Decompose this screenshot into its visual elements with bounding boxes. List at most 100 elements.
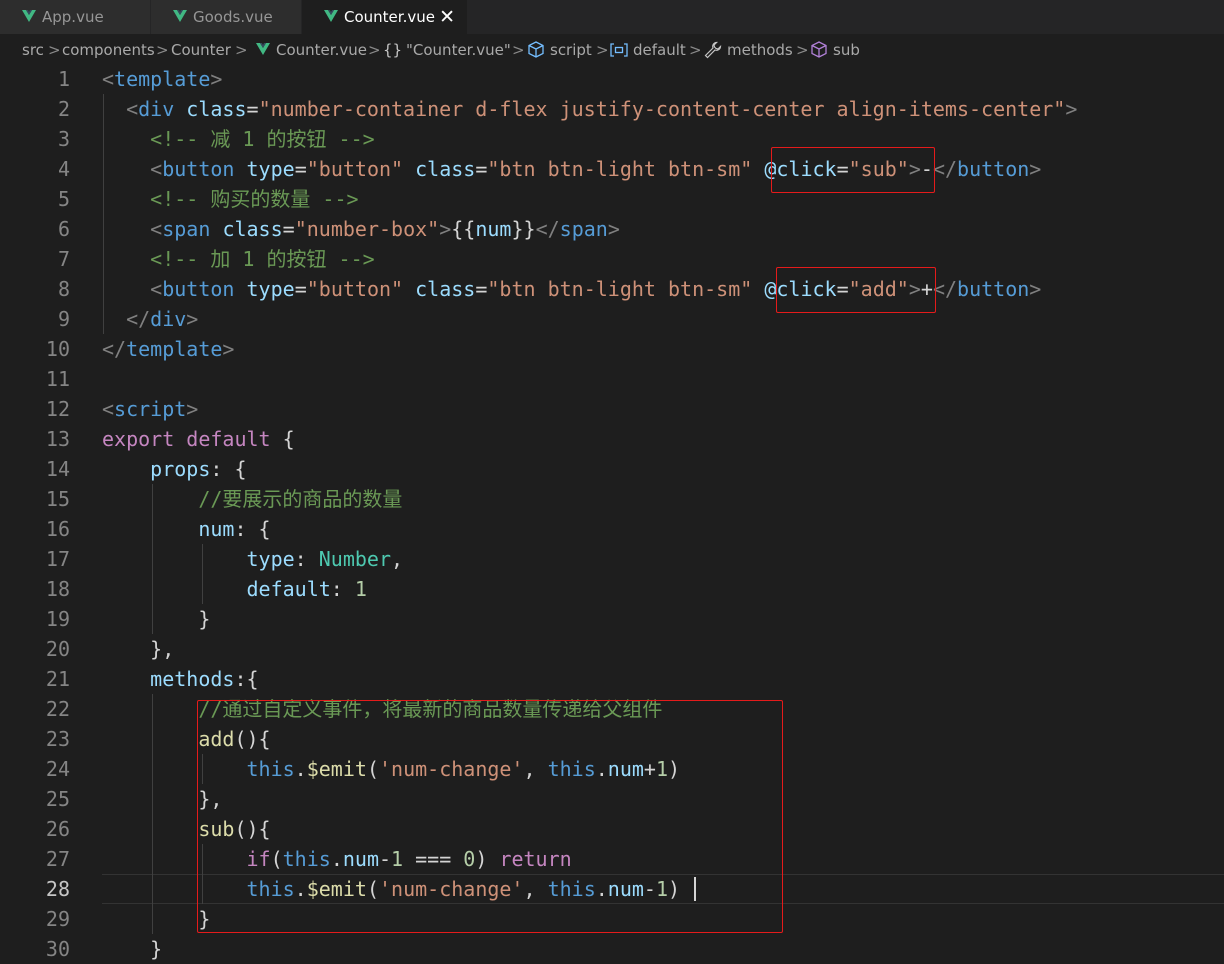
code-line[interactable]: }	[102, 604, 210, 634]
tab-counter-vue[interactable]: Counter.vue ✕	[302, 0, 467, 34]
code-token: >	[186, 307, 199, 331]
code-line[interactable]: <span class="number-box">{{num}}</span>	[102, 214, 620, 244]
breadcrumb-item-counter-folder[interactable]: Counter	[171, 34, 231, 66]
breadcrumb-item-module[interactable]: "Counter.vue"	[406, 34, 511, 66]
breadcrumb-item-default[interactable]: default	[633, 34, 686, 66]
code-token: template	[126, 337, 223, 361]
code-line[interactable]: methods:{	[102, 664, 258, 694]
code-token: default	[186, 427, 271, 451]
line-number: 1	[57, 67, 70, 91]
breadcrumb-item-script[interactable]: script	[550, 34, 592, 66]
chevron-right-icon: >	[689, 41, 702, 59]
line-number: 4	[57, 157, 70, 181]
chevron-right-icon: >	[156, 41, 169, 59]
line-number: 19	[45, 607, 70, 631]
line-number: 2	[57, 97, 70, 121]
code-line[interactable]: </template>	[102, 334, 234, 364]
tab-label: Counter.vue	[344, 8, 435, 26]
code-token: </	[102, 337, 127, 361]
breadcrumb-item-src[interactable]: src	[22, 34, 44, 66]
chevron-right-icon: >	[368, 41, 381, 59]
code-token: type	[246, 547, 295, 571]
cube-icon	[528, 41, 544, 58]
variable-icon	[610, 43, 628, 57]
code-line[interactable]: </div>	[102, 304, 198, 334]
code-token: class	[415, 157, 476, 181]
code-line[interactable]: }	[102, 934, 162, 964]
code-token: }}	[511, 217, 536, 241]
code-line[interactable]: <template>	[102, 64, 222, 94]
line-number: 9	[57, 307, 70, 331]
code-token: <	[102, 277, 163, 301]
tab-goods-vue[interactable]: Goods.vue	[151, 0, 301, 34]
breadcrumb-item-file[interactable]: Counter.vue	[276, 34, 367, 66]
code-line[interactable]: props: {	[102, 454, 246, 484]
line-number: 25	[45, 787, 70, 811]
code-token: "button"	[306, 157, 404, 181]
editor-tab-bar: App.vue Goods.vue Counter.vue ✕	[0, 0, 1224, 34]
code-line[interactable]: <!-- 减 1 的按钮 -->	[102, 124, 375, 154]
line-number: 7	[57, 247, 70, 271]
code-token: :	[330, 577, 355, 601]
code-token: div	[150, 307, 187, 331]
code-line[interactable]: num: {	[102, 514, 270, 544]
code-token: 1	[354, 577, 367, 601]
breadcrumb-item-sub[interactable]: sub	[833, 34, 860, 66]
breadcrumb-item-methods[interactable]: methods	[727, 34, 793, 66]
code-token: Number	[318, 547, 392, 571]
code-token: >	[186, 397, 199, 421]
vue-logo-icon	[324, 10, 338, 22]
line-number: 17	[45, 547, 70, 571]
code-token: <	[102, 157, 163, 181]
code-line[interactable]: }	[102, 904, 210, 934]
code-line[interactable]: //要展示的商品的数量	[102, 484, 402, 514]
vue-logo-icon	[22, 10, 36, 22]
click-sub-highlight-box	[771, 147, 935, 193]
line-number: 8	[57, 277, 70, 301]
close-icon[interactable]: ✕	[439, 0, 455, 34]
line-number: 6	[57, 217, 70, 241]
code-line[interactable]: <!-- 加 1 的按钮 -->	[102, 244, 375, 274]
code-token: {	[270, 427, 295, 451]
code-token: </	[932, 277, 958, 301]
tab-app-vue[interactable]: App.vue	[0, 0, 150, 34]
code-token: <	[102, 67, 115, 91]
code-line[interactable]: type: Number,	[102, 544, 404, 574]
code-token: //要展示的商品的数量	[102, 487, 403, 511]
code-line[interactable]: <!-- 购买的数量 -->	[102, 184, 359, 214]
code-token: ,	[391, 547, 404, 571]
code-line[interactable]: <script>	[102, 394, 198, 424]
cube-icon	[811, 41, 827, 58]
chevron-right-icon: >	[48, 41, 61, 59]
code-token: class	[186, 97, 247, 121]
code-line[interactable]: <div class="number-container d-flex just…	[102, 94, 1077, 124]
code-line[interactable]: },	[102, 634, 174, 664]
text-cursor	[694, 877, 696, 901]
code-line[interactable]: default: 1	[102, 574, 367, 604]
line-number: 24	[45, 757, 70, 781]
code-token: <!-- 购买的数量 -->	[102, 187, 359, 211]
code-token: }	[102, 907, 211, 931]
module-braces-icon: {}	[383, 41, 403, 59]
tab-label: App.vue	[42, 8, 104, 26]
code-token: {{	[451, 217, 476, 241]
code-token: span	[162, 217, 211, 241]
line-number: 20	[45, 637, 70, 661]
code-token: type	[246, 277, 295, 301]
line-number: 23	[45, 727, 70, 751]
code-token: button	[162, 157, 235, 181]
code-token: type	[246, 157, 295, 181]
line-number: 13	[45, 427, 70, 451]
code-token: button	[162, 277, 235, 301]
breadcrumb-item-components[interactable]: components	[62, 34, 155, 66]
code-line[interactable]: export default {	[102, 424, 295, 454]
line-number: 10	[45, 337, 70, 361]
